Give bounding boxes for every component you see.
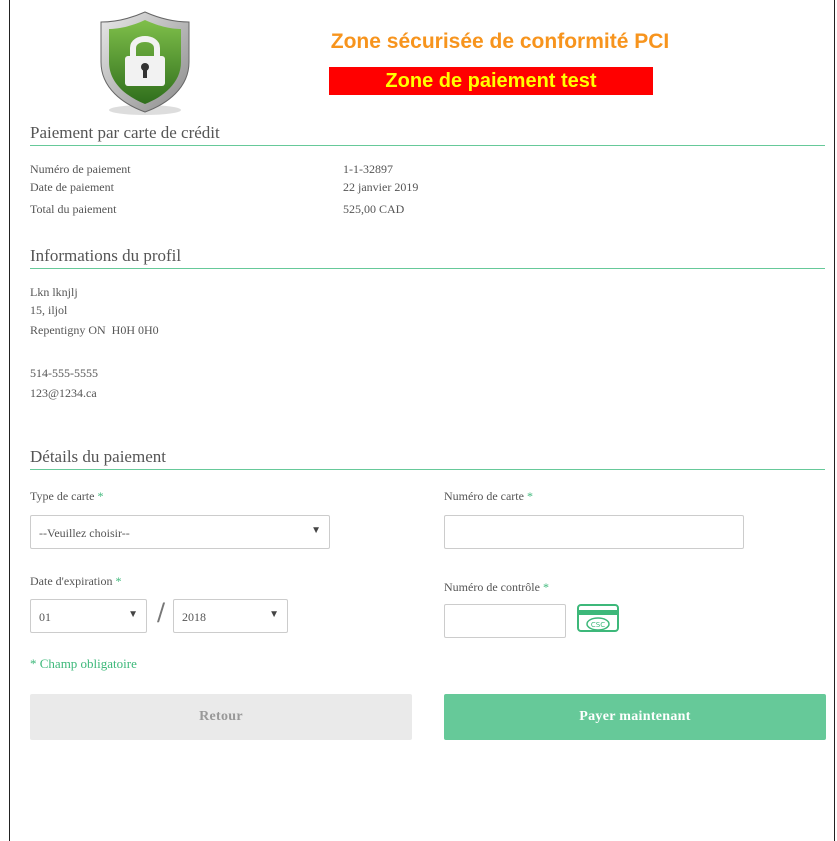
expiration-label: Date d'expiration * <box>30 574 121 589</box>
card-number-label-text: Numéro de carte <box>444 489 524 503</box>
profile-city-line: Repentigny ON H0H 0H0 <box>30 323 159 337</box>
details-section-title: Détails du paiement <box>30 447 825 470</box>
profile-phone: 514-555-5555 <box>30 366 98 380</box>
required-mark: * <box>542 580 549 594</box>
card-number-label: Numéro de carte * <box>444 489 533 504</box>
page-header: Zone sécurisée de conformité PCI Zone de… <box>10 0 836 120</box>
required-mark: * <box>97 489 104 503</box>
test-zone-banner: Zone de paiement test <box>329 67 653 95</box>
card-number-input[interactable] <box>444 515 744 549</box>
profile-name: Lkn lknjlj <box>30 285 78 299</box>
card-type-select[interactable]: --Veuillez choisir-- ▼ <box>30 515 330 549</box>
card-type-selected: --Veuillez choisir-- <box>39 526 130 540</box>
expiration-label-text: Date d'expiration <box>30 574 113 588</box>
lock-shield-icon <box>100 11 190 115</box>
payment-total-value: 525,00 CAD <box>343 202 405 216</box>
payment-number-value: 1-1-32897 <box>343 162 393 176</box>
expiration-year-select[interactable]: 2018 ▼ <box>173 599 288 633</box>
payment-date-value: 22 janvier 2019 <box>343 180 419 194</box>
dropdown-arrow-icon: ▼ <box>311 525 321 536</box>
card-type-label-text: Type de carte <box>30 489 95 503</box>
profile-address: 15, iljol <box>30 303 68 317</box>
dropdown-arrow-icon: ▼ <box>269 609 279 620</box>
profile-email: 123@1234.ca <box>30 386 97 400</box>
payment-frame: Zone sécurisée de conformité PCI Zone de… <box>9 0 835 841</box>
cvv-label: Numéro de contrôle * <box>444 580 549 595</box>
required-mark: * <box>526 489 533 503</box>
expiration-year-value: 2018 <box>182 610 206 624</box>
dropdown-arrow-icon: ▼ <box>128 609 138 620</box>
payment-total-label: Total du paiement <box>30 202 117 216</box>
expiration-separator: / <box>157 598 166 626</box>
csc-icon-text: CSC <box>591 621 605 629</box>
pci-zone-title: Zone sécurisée de conformité PCI <box>330 30 670 53</box>
required-mark: * <box>115 574 122 588</box>
expiration-month-value: 01 <box>39 610 51 624</box>
card-type-label: Type de carte * <box>30 489 103 504</box>
payment-section-title: Paiement par carte de crédit <box>30 123 825 146</box>
expiration-month-select[interactable]: 01 ▼ <box>30 599 147 633</box>
csc-card-icon[interactable]: CSC <box>577 604 619 634</box>
back-button[interactable]: Retour <box>30 694 412 740</box>
profile-section-title: Informations du profil <box>30 246 825 269</box>
mandatory-note: * Champ obligatoire <box>30 656 137 671</box>
cvv-input[interactable] <box>444 604 566 638</box>
payment-number-label: Numéro de paiement <box>30 162 131 176</box>
pay-now-button[interactable]: Payer maintenant <box>444 694 826 740</box>
payment-date-label: Date de paiement <box>30 180 114 194</box>
cvv-label-text: Numéro de contrôle <box>444 580 540 594</box>
